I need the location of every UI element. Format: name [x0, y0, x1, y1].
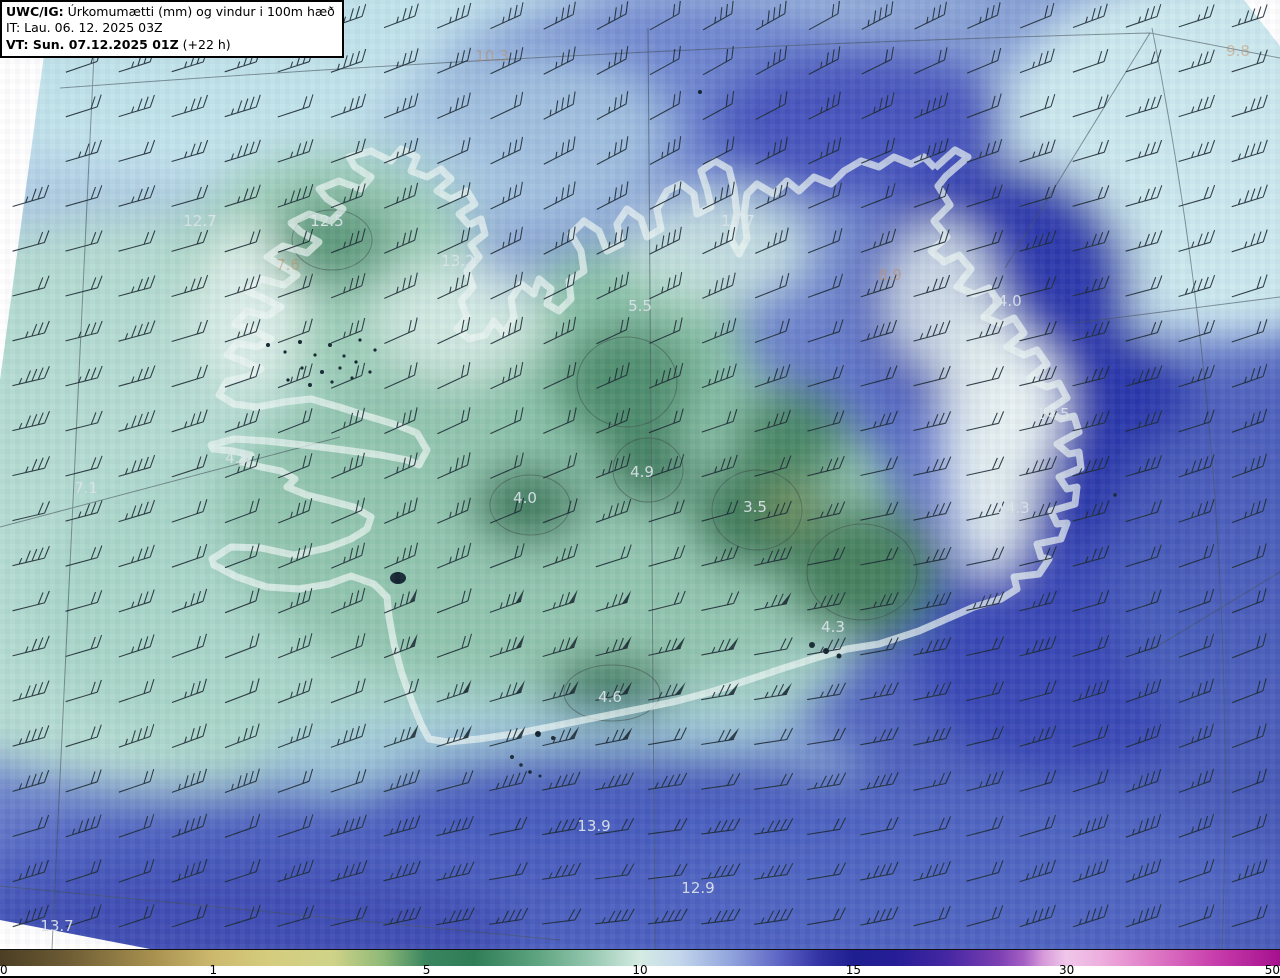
precipitation-wind-map: 12.7 12.5 13.2 13.7 5.5 14.0 14.5 4.5 7.1 4.9 4.0 3… [0, 0, 1280, 949]
valid-time-line: VT: Sun. 07.12.2025 01Z (+22 h) [6, 37, 335, 53]
colorbar: 0 1 5 10 15 30 50 [0, 949, 1280, 978]
colorbar-tick-label: 5 [422, 963, 431, 977]
map-value-label: 13.2 [441, 252, 474, 270]
map-value-label: 13.7 [40, 917, 73, 935]
weather-map-page: 12.7 12.5 13.2 13.7 5.5 14.0 14.5 4.5 7.1 4.9 4.0 3… [0, 0, 1280, 978]
title-line-product: UWC/IG: Úrkomumætti (mm) og vindur i 100… [6, 4, 335, 20]
map-value-label: 3.5 [743, 498, 767, 516]
map-value-label: 12.7 [183, 212, 216, 230]
map-value-label: 14.3 [996, 499, 1029, 517]
map-area: 12.7 12.5 13.2 13.7 5.5 14.0 14.5 4.5 7.1 4.9 4.0 3… [0, 0, 1280, 949]
map-value-label: 4.6 [598, 688, 622, 706]
map-value-label: 4.5 [225, 449, 249, 467]
map-value-label: 4.0 [513, 489, 537, 507]
colorbar-tick-label: 15 [845, 963, 862, 977]
map-value-label: 13.9 [577, 817, 610, 835]
valid-time-offset: (+22 h) [182, 36, 231, 52]
colorbar-tick-label: 0 [0, 963, 8, 977]
colorbar-tick-label: 1 [209, 963, 218, 977]
title-box: UWC/IG: Úrkomumætti (mm) og vindur i 100… [0, 0, 344, 58]
map-value-label: 12.5 [310, 212, 343, 230]
map-value-label: 10.3 [475, 47, 508, 65]
map-value-label: 8.9 [878, 266, 902, 284]
map-value-label: 4.9 [630, 463, 654, 481]
colorbar-ticks: 0 1 5 10 15 30 50 [0, 963, 1280, 978]
map-value-label: 5.5 [628, 297, 652, 315]
map-value-label: 7.6 [276, 256, 300, 274]
map-value-label: 7.1 [74, 479, 98, 497]
map-value-label: 14.5 [1036, 405, 1069, 423]
valid-time-bold: VT: Sun. 07.12.2025 01Z [6, 36, 179, 52]
map-value-label: 4.3 [821, 618, 845, 636]
colorbar-tick-label: 30 [1058, 963, 1075, 977]
map-value-label: 9.8 [1226, 42, 1250, 60]
map-value-label: 12.9 [681, 879, 714, 897]
model-label: UWC/IG: [6, 4, 64, 19]
product-title: Úrkomumætti (mm) og vindur i 100m hæð [67, 4, 335, 19]
init-time-line: IT: Lau. 06. 12. 2025 03Z [6, 20, 163, 36]
colorbar-tick-label: 50 [1264, 963, 1280, 977]
map-value-label: 14.0 [988, 292, 1021, 310]
map-value-label: 13.7 [721, 212, 754, 230]
colorbar-tick-label: 10 [632, 963, 648, 977]
